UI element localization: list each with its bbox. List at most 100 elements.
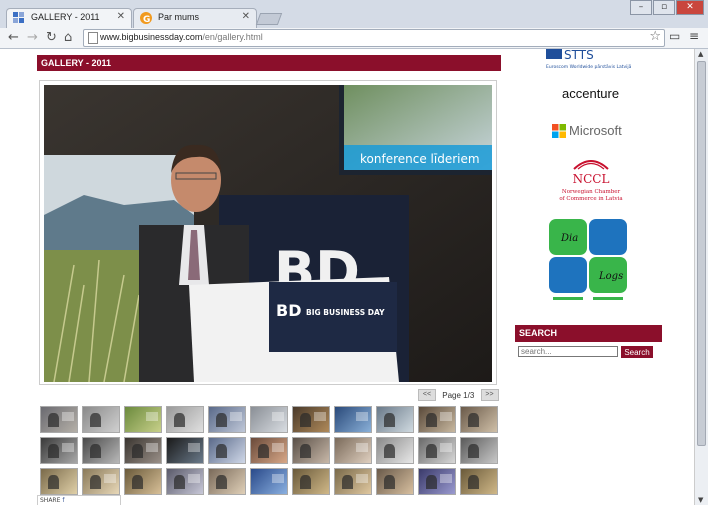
back-icon[interactable]: ← xyxy=(8,29,19,47)
stts-logo: STTS Euroscom Worldwide pārstāvis Latvij… xyxy=(546,49,632,70)
thumbnail[interactable] xyxy=(208,468,246,495)
nccl-tagline-2: of Commerce in Latvia xyxy=(559,196,623,202)
thumbnail[interactable] xyxy=(334,406,372,433)
next-page-button[interactable]: >> xyxy=(480,389,499,401)
thumbnail[interactable] xyxy=(334,468,372,495)
tab-title: Par mums xyxy=(158,12,200,22)
dialogs-logo: Dia Logs xyxy=(549,219,627,300)
thumbnail[interactable] xyxy=(250,468,288,495)
thumbnail[interactable] xyxy=(40,406,78,433)
thumbnail-grid xyxy=(40,406,498,495)
page-viewport: GALLERY - 2011 konference līderiem BD BD… xyxy=(0,49,694,505)
stts-tagline: Euroscom Worldwide pārstāvis Latvijā xyxy=(546,64,632,70)
dialogs-word-2: Logs xyxy=(598,271,623,282)
url-text: www.bigbusinessday.com/en/gallery.html xyxy=(100,32,263,42)
page-icon xyxy=(88,32,98,44)
page-action-icon[interactable]: ▭ xyxy=(669,29,680,43)
tab-close-icon[interactable]: ✕ xyxy=(242,11,250,22)
thumbnail[interactable] xyxy=(166,468,204,495)
tab-title: GALLERY - 2011 xyxy=(31,12,100,22)
menu-icon[interactable]: ≡ xyxy=(689,29,699,43)
maximize-icon[interactable]: ▫ xyxy=(653,0,675,15)
thumbnail[interactable] xyxy=(460,406,498,433)
accenture-logo: accenture xyxy=(562,86,620,101)
share-label: SHARE xyxy=(40,497,61,504)
main-photo-frame: konference līderiem BD BD BIG BUSINESS D… xyxy=(39,80,497,385)
thumbnail[interactable] xyxy=(418,468,456,495)
sponsor-nccl[interactable]: NCCL Norwegian Chamber of Commerce in La… xyxy=(556,155,626,207)
thumbnail[interactable] xyxy=(40,437,78,464)
nccl-logo: NCCL Norwegian Chamber of Commerce in La… xyxy=(559,160,623,202)
gallery-pager: << Page 1/3 >> xyxy=(418,389,499,401)
minimize-icon[interactable]: – xyxy=(630,0,652,15)
thumbnail[interactable] xyxy=(250,406,288,433)
scrollbar-thumb[interactable] xyxy=(697,61,706,446)
search-input[interactable] xyxy=(518,346,618,357)
tab-gallery[interactable]: GALLERY - 2011 ✕ xyxy=(6,8,132,28)
sponsor-accenture[interactable]: accenture xyxy=(562,83,619,102)
scroll-up-icon[interactable]: ▲ xyxy=(698,50,703,58)
scroll-down-icon[interactable]: ▼ xyxy=(698,496,703,504)
tab-close-icon[interactable]: ✕ xyxy=(117,11,125,22)
thumbnail[interactable] xyxy=(292,437,330,464)
svg-text:G: G xyxy=(143,15,150,24)
tab-par-mums[interactable]: G Par mums ✕ xyxy=(133,8,257,28)
nccl-tagline-1: Norwegian Chamber xyxy=(562,189,621,195)
thumbnail[interactable] xyxy=(82,437,120,464)
stts-name: STTS xyxy=(564,49,594,62)
thumbnail[interactable] xyxy=(166,406,204,433)
podium-text: BIG BUSINESS DAY xyxy=(306,308,385,317)
microsoft-name: Microsoft xyxy=(569,123,622,138)
prev-page-button[interactable]: << xyxy=(418,389,436,401)
thumbnail[interactable] xyxy=(124,468,162,495)
event-photo-image: konference līderiem BD BD BIG BUSINESS D… xyxy=(44,85,492,382)
vertical-scrollbar[interactable]: ▲ ▼ xyxy=(694,49,708,505)
bookmark-star-icon[interactable]: ☆ xyxy=(649,29,661,44)
share-widget[interactable]: SHARE f xyxy=(37,495,121,505)
home-icon[interactable]: ⌂ xyxy=(64,29,72,47)
thumbnail[interactable] xyxy=(82,468,120,495)
gallery-title: GALLERY - 2011 xyxy=(37,55,501,71)
browser-toolbar: ← → ↻ ⌂ www.bigbusinessday.com/en/galler… xyxy=(0,28,708,49)
search-header: SEARCH xyxy=(515,325,662,342)
thumbnail[interactable] xyxy=(334,437,372,464)
podium-logo: BD xyxy=(276,301,301,320)
window-controls: – ▫ ✕ xyxy=(629,0,704,15)
sponsor-stts[interactable]: STTS Euroscom Worldwide pārstāvis Latvij… xyxy=(546,49,636,71)
thumbnail[interactable] xyxy=(124,437,162,464)
address-bar[interactable]: www.bigbusinessday.com/en/gallery.html ☆ xyxy=(83,29,665,47)
page-indicator: Page 1/3 xyxy=(442,390,475,400)
main-photo[interactable]: konference līderiem BD BD BIG BUSINESS D… xyxy=(44,85,492,382)
thumbnail[interactable] xyxy=(208,406,246,433)
thumbnail[interactable] xyxy=(124,406,162,433)
microsoft-logo-icon xyxy=(552,123,566,138)
thumbnail[interactable] xyxy=(250,437,288,464)
thumbnail[interactable] xyxy=(40,468,78,495)
gallery-favicon-icon xyxy=(13,12,24,23)
thumbnail[interactable] xyxy=(460,437,498,464)
thumbnail[interactable] xyxy=(376,468,414,495)
nccl-name: NCCL xyxy=(573,172,610,186)
close-window-icon[interactable]: ✕ xyxy=(676,0,704,15)
thumbnail[interactable] xyxy=(208,437,246,464)
thumbnail[interactable] xyxy=(292,406,330,433)
sponsor-microsoft[interactable]: Microsoft xyxy=(552,123,622,138)
tab-strip: GALLERY - 2011 ✕ G Par mums ✕ – ▫ ✕ xyxy=(0,0,708,28)
search-button[interactable]: Search xyxy=(621,346,653,358)
g-favicon-icon: G xyxy=(140,12,152,24)
screen-text: konference līderiem xyxy=(360,152,480,166)
thumbnail[interactable] xyxy=(166,437,204,464)
thumbnail[interactable] xyxy=(418,406,456,433)
facebook-icon[interactable]: f xyxy=(62,497,64,504)
dialogs-word-1: Dia xyxy=(560,233,578,244)
sponsor-dialogs[interactable]: Dia Logs xyxy=(547,217,631,303)
thumbnail[interactable] xyxy=(376,437,414,464)
thumbnail[interactable] xyxy=(418,437,456,464)
thumbnail[interactable] xyxy=(292,468,330,495)
forward-icon[interactable]: → xyxy=(27,29,38,47)
thumbnail[interactable] xyxy=(376,406,414,433)
new-tab-button[interactable] xyxy=(255,13,283,25)
reload-icon[interactable]: ↻ xyxy=(46,29,57,47)
thumbnail[interactable] xyxy=(460,468,498,495)
thumbnail[interactable] xyxy=(82,406,120,433)
